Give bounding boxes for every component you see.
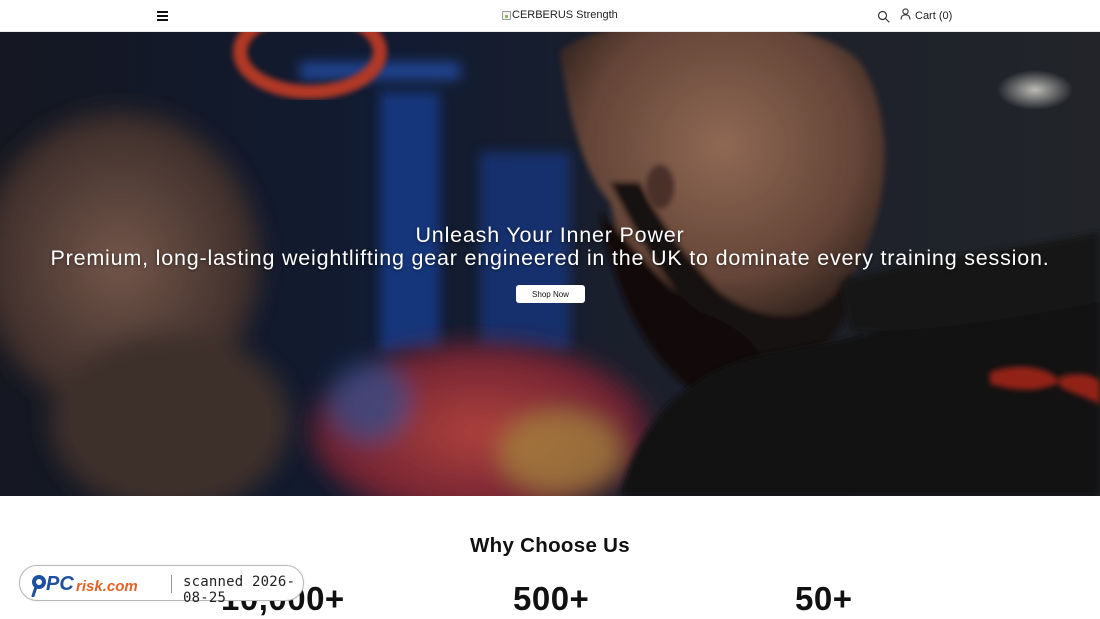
broken-image-icon <box>502 10 511 20</box>
logo[interactable]: CERBERUS Strength <box>502 8 618 22</box>
hero-banner: Unleash Your Inner Power Premium, long-l… <box>0 32 1100 496</box>
stat-value: 50+ <box>795 580 853 617</box>
stat-value: 500+ <box>513 580 590 617</box>
user-icon <box>900 7 911 25</box>
cart-button[interactable]: Cart (0) <box>900 7 953 25</box>
hero-title: Unleash Your Inner Power <box>415 223 685 247</box>
hero-subtitle: Premium, long-lasting weightlifting gear… <box>50 246 1050 270</box>
scan-date-text: scanned 2026-08-25 <box>183 574 296 606</box>
hero-content: Unleash Your Inner Power Premium, long-l… <box>0 32 1100 496</box>
menu-icon[interactable] <box>156 10 170 22</box>
svg-text:PC: PC <box>46 573 74 595</box>
logo-alt-text: CERBERUS Strength <box>512 9 618 21</box>
scan-watermark-badge: PC risk.com scanned 2026-08-25 <box>19 565 304 606</box>
pcrisk-logo: PC risk.com <box>31 573 138 597</box>
svg-text:risk.com: risk.com <box>76 578 138 595</box>
search-icon[interactable] <box>877 10 890 23</box>
why-choose-us-heading: Why Choose Us <box>470 534 630 557</box>
site-header: CERBERUS Strength Cart (0) <box>0 0 1100 32</box>
badge-separator <box>171 575 172 593</box>
shop-now-button[interactable]: Shop Now <box>516 285 585 303</box>
cart-label: Cart (0) <box>915 10 953 22</box>
